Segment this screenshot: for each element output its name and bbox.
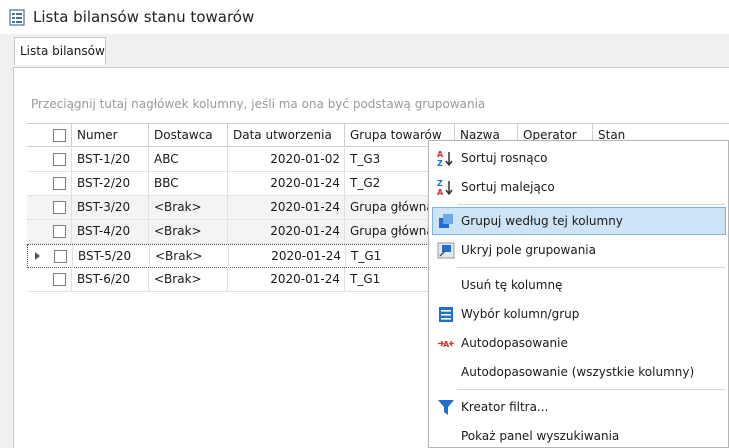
column-header-data-utworzenia[interactable]: Data utworzenia	[227, 124, 345, 147]
hide-group-panel-icon	[437, 242, 455, 259]
cell-dostawca: <Brak>	[148, 220, 228, 243]
group-by-panel[interactable]: Przeciągnij tutaj nagłówek kolumny, jeśl…	[31, 97, 485, 111]
cell-dostawca: ABC	[148, 148, 228, 171]
row-checkbox[interactable]	[54, 250, 67, 263]
filter-icon	[438, 400, 454, 415]
cell-data-utworzenia: 2020-01-02	[227, 148, 345, 171]
tab-lista-bilansow[interactable]: Lista bilansów	[14, 37, 106, 65]
menu-item-hide-group-panel[interactable]: Ukryj pole grupowania	[432, 236, 726, 264]
menu-item-label: Sortuj malejąco	[461, 180, 555, 194]
svg-text:A: A	[437, 150, 444, 159]
group-by-column-icon	[439, 214, 453, 228]
cell-data-utworzenia: 2020-01-24	[227, 196, 345, 219]
menu-item-label: Grupuj według tej kolumny	[461, 214, 623, 228]
menu-item-label: Kreator filtra...	[461, 400, 549, 414]
menu-item-label: Sortuj rosnąco	[461, 151, 548, 165]
menu-item-autofit[interactable]: A Autodopasowanie	[432, 329, 726, 357]
sort-ascending-icon: A Z	[437, 150, 453, 167]
row-checkbox[interactable]	[53, 177, 66, 190]
column-header-numer[interactable]: Numer	[71, 124, 149, 147]
cell-dostawca: <Brak>	[149, 245, 229, 268]
document-list-icon	[9, 9, 25, 26]
cell-dostawca: <Brak>	[148, 196, 228, 219]
current-row-indicator-icon	[35, 252, 40, 260]
menu-item-label: Ukryj pole grupowania	[461, 243, 596, 257]
menu-item-remove-column[interactable]: Usuń tę kolumnę	[432, 271, 726, 299]
menu-item-column-chooser[interactable]: Wybór kolumn/grup	[432, 300, 726, 328]
svg-text:Z: Z	[437, 179, 443, 188]
menu-item-sort-ascending[interactable]: A Z Sortuj rosnąco	[432, 144, 726, 172]
menu-separator	[457, 204, 725, 205]
row-checkbox[interactable]	[53, 225, 66, 238]
menu-item-label: Autodopasowanie (wszystkie kolumny)	[461, 365, 695, 379]
menu-item-autofit-all[interactable]: Autodopasowanie (wszystkie kolumny)	[432, 358, 726, 386]
row-header-corner	[27, 124, 47, 147]
window-title: Lista bilansów stanu towarów	[33, 8, 255, 26]
menu-item-group-by-column[interactable]: Grupuj według tej kolumny	[432, 207, 726, 235]
menu-separator	[457, 267, 725, 268]
tab-label: Lista bilansów	[20, 44, 105, 58]
cell-numer: BST-5/20	[72, 245, 150, 268]
menu-item-filter-editor[interactable]: Kreator filtra...	[432, 393, 726, 421]
menu-item-label: Pokaż panel wyszukiwania	[461, 429, 620, 443]
cell-numer: BST-2/20	[71, 172, 149, 195]
svg-text:Z: Z	[437, 159, 443, 167]
cell-data-utworzenia: 2020-01-24	[227, 220, 345, 243]
sort-descending-icon: Z A	[437, 179, 453, 196]
svg-text:A: A	[443, 340, 450, 349]
row-checkbox[interactable]	[53, 153, 66, 166]
menu-item-label: Wybór kolumn/grup	[461, 307, 580, 321]
column-context-menu: A Z Sortuj rosnąco Z A Sortuj malejąco G…	[428, 140, 729, 448]
cell-data-utworzenia: 2020-01-24	[227, 172, 345, 195]
menu-item-label: Usuń tę kolumnę	[461, 278, 563, 292]
cell-data-utworzenia: 2020-01-24	[228, 245, 346, 268]
cell-dostawca: <Brak>	[148, 268, 228, 291]
cell-dostawca: BBC	[148, 172, 228, 195]
select-all-checkbox[interactable]	[53, 129, 66, 142]
column-chooser-icon	[439, 307, 453, 322]
cell-numer: BST-3/20	[71, 196, 149, 219]
row-checkbox[interactable]	[53, 201, 66, 214]
cell-numer: BST-1/20	[71, 148, 149, 171]
cell-data-utworzenia: 2020-01-24	[227, 268, 345, 291]
menu-separator	[457, 389, 725, 390]
autofit-icon: A	[438, 340, 454, 349]
title-bar: Lista bilansów stanu towarów	[0, 0, 729, 34]
menu-item-show-search-panel[interactable]: Pokaż panel wyszukiwania	[432, 422, 726, 448]
row-checkbox[interactable]	[53, 273, 66, 286]
column-header-dostawca[interactable]: Dostawca	[148, 124, 228, 147]
cell-numer: BST-4/20	[71, 220, 149, 243]
menu-item-sort-descending[interactable]: Z A Sortuj malejąco	[432, 173, 726, 201]
menu-item-label: Autodopasowanie	[461, 336, 568, 350]
svg-text:A: A	[437, 188, 444, 196]
cell-numer: BST-6/20	[71, 268, 149, 291]
